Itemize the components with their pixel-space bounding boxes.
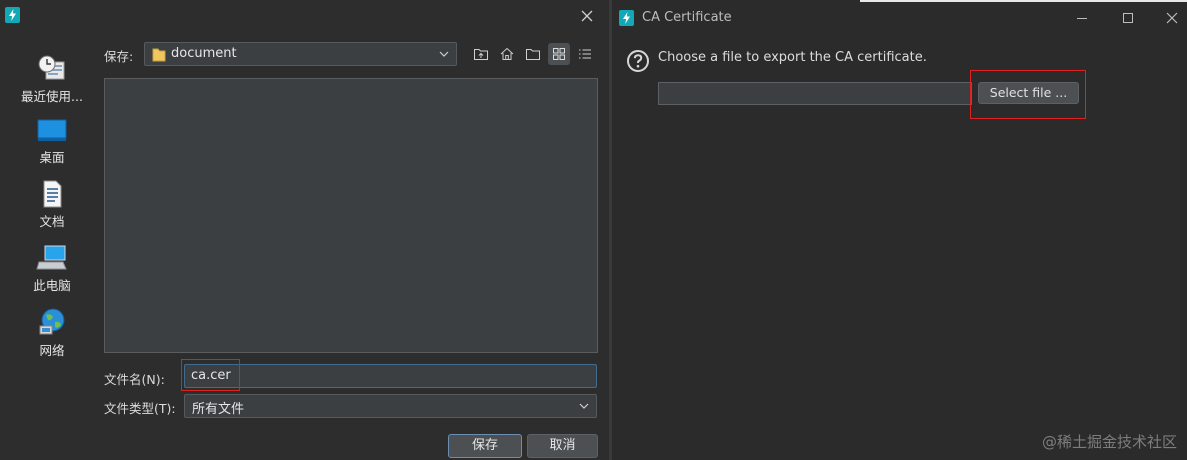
help-question-icon (627, 50, 649, 72)
desktop-icon (37, 119, 67, 141)
filename-label: 文件名(N): (104, 372, 165, 387)
place-documents[interactable]: 文档 (10, 180, 94, 230)
minimize-icon (1077, 18, 1087, 19)
watermark: @稀土掘金技术社区 (1041, 433, 1177, 451)
ca-certificate-window: CA Certificate Choose a file to export t… (612, 0, 1187, 460)
export-prompt: Choose a file to export the CA certifica… (658, 50, 927, 65)
new-folder-icon (526, 49, 540, 60)
close-icon (1166, 12, 1178, 24)
place-label: 最近使用... (21, 89, 83, 104)
filetype-label: 文件类型(T): (104, 401, 176, 416)
icon-view-button[interactable] (548, 43, 570, 65)
place-recent[interactable]: 最近使用... (10, 53, 94, 105)
home-icon (500, 47, 514, 60)
save-dialog: 最近使用... 桌面 文档 此电脑 网络 保存: document 文件名(N)… (0, 0, 609, 460)
select-file-button[interactable]: Select file ... (978, 82, 1079, 104)
cancel-button[interactable]: 取消 (527, 434, 598, 458)
dialog-close-icon[interactable] (577, 6, 597, 26)
filename-value: ca.cer (191, 368, 231, 383)
background-window-edge (860, 0, 1187, 2)
list-view-button[interactable] (574, 43, 596, 65)
grid-view-icon (553, 48, 565, 60)
app-bolt-icon (5, 7, 20, 23)
list-view-icon (579, 49, 591, 59)
chevron-down-icon (439, 51, 449, 57)
place-label: 网络 (39, 343, 65, 358)
save-button[interactable]: 保存 (448, 434, 522, 458)
new-folder-button[interactable] (522, 43, 544, 65)
place-label: 桌面 (39, 150, 65, 165)
folder-icon (152, 48, 166, 62)
filename-input[interactable]: ca.cer (184, 364, 597, 388)
up-folder-button[interactable] (470, 43, 492, 65)
home-button[interactable] (496, 43, 518, 65)
up-folder-icon (474, 49, 488, 60)
chevron-down-icon (579, 403, 589, 409)
place-this-pc[interactable]: 此电脑 (10, 244, 94, 294)
app-bolt-icon (619, 10, 634, 26)
window-title: CA Certificate (642, 10, 732, 25)
filetype-combo[interactable]: 所有文件 (184, 394, 597, 418)
save-in-combo[interactable]: document (144, 42, 457, 66)
network-globe-icon (39, 308, 65, 335)
close-button[interactable] (1163, 9, 1181, 27)
place-label: 文档 (39, 214, 65, 229)
filetype-value: 所有文件 (192, 402, 245, 417)
file-path-input[interactable] (658, 82, 972, 105)
minimize-button[interactable] (1073, 9, 1091, 27)
save-in-value: document (171, 46, 237, 61)
recent-items-icon (38, 55, 65, 80)
maximize-icon (1123, 13, 1133, 23)
documents-icon (43, 180, 62, 208)
place-label: 此电脑 (33, 278, 71, 293)
this-pc-icon (36, 245, 67, 270)
place-desktop[interactable]: 桌面 (10, 118, 94, 166)
place-network[interactable]: 网络 (10, 307, 94, 359)
file-list[interactable] (104, 78, 598, 353)
maximize-button[interactable] (1119, 9, 1137, 27)
save-in-label: 保存: (104, 49, 134, 64)
